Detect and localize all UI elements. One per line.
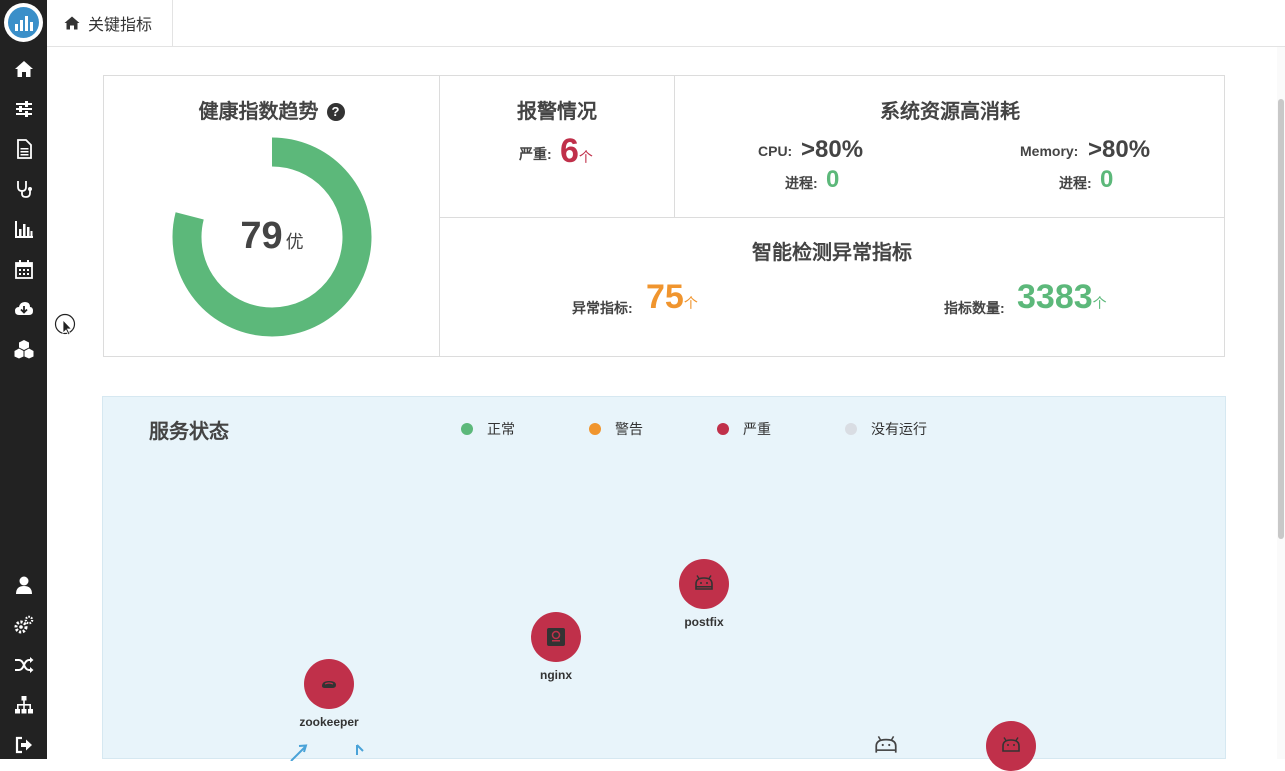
service-status-panel: 服务状态 正常 警告 严重 没有运行 postfix nginx zookeep… (102, 396, 1226, 771)
memory-label: Memory: (1020, 143, 1079, 159)
bar-chart-icon[interactable] (0, 216, 47, 242)
help-icon[interactable]: ? (326, 103, 345, 121)
legend-dot (589, 423, 601, 435)
android-icon (695, 575, 713, 590)
severe-count-value: 6 (560, 132, 579, 170)
service-label-postfix: postfix (684, 615, 724, 629)
abnormal-unit: 个 (683, 295, 698, 311)
home-icon[interactable] (0, 56, 47, 82)
breadcrumb-label: 关键指标 (88, 17, 153, 34)
scrollbar[interactable] (1277, 47, 1285, 759)
abnormal-count-value: 75 (646, 278, 684, 316)
service-node-postfix[interactable] (679, 559, 729, 609)
health-score-value: 79 (240, 215, 283, 257)
cpu-label: CPU: (758, 143, 793, 159)
cpu-process-value[interactable]: 0 (826, 166, 839, 194)
service-node-nginx[interactable] (531, 612, 581, 662)
cpu-value: >80% (801, 136, 864, 163)
sidebar (0, 0, 47, 759)
divider (440, 217, 1224, 218)
alarm-title: 报警情况 (517, 101, 597, 123)
severe-label: 严重: (519, 146, 552, 162)
mouse-cursor-icon (54, 313, 76, 336)
service-status-title: 服务状态 (149, 421, 229, 443)
memory-process-value[interactable]: 0 (1100, 166, 1113, 194)
android-icon (875, 735, 897, 753)
legend-label: 警告 (615, 421, 643, 437)
logo[interactable] (4, 3, 43, 42)
memory-value: >80% (1088, 136, 1151, 163)
legend-warning[interactable]: 警告 (589, 419, 643, 439)
metric-count-unit: 个 (1092, 295, 1107, 311)
health-grade: 优 (285, 232, 304, 252)
legend-not-running[interactable]: 没有运行 (845, 419, 927, 439)
legend-critical[interactable]: 严重 (717, 419, 771, 439)
legend-dot (717, 423, 729, 435)
breadcrumb[interactable]: 关键指标 (47, 0, 173, 46)
document-icon[interactable] (0, 136, 47, 162)
legend-dot (461, 423, 473, 435)
legend-label: 正常 (487, 421, 515, 437)
anomaly-title: 智能检测异常指标 (752, 242, 912, 264)
severe-count[interactable]: 6个 (560, 132, 593, 171)
memory-process-label: 进程: (1059, 175, 1092, 191)
service-label-nginx: nginx (540, 668, 572, 682)
metric-count[interactable]: 3383个 (1017, 278, 1107, 317)
legend-label: 严重 (743, 421, 771, 437)
resources-title: 系统资源高消耗 (880, 101, 1020, 123)
service-node-partial[interactable] (986, 721, 1036, 771)
severe-unit: 个 (578, 149, 593, 165)
link-arrows (290, 744, 364, 761)
stethoscope-icon[interactable] (0, 176, 47, 202)
calendar-icon[interactable] (0, 256, 47, 282)
scroll-thumb[interactable] (1278, 99, 1284, 539)
shuffle-icon[interactable] (0, 652, 47, 678)
legend-normal[interactable]: 正常 (461, 419, 515, 439)
legend-label: 没有运行 (871, 421, 927, 437)
health-title: 健康指数趋势? (104, 95, 439, 124)
home-icon (64, 16, 80, 30)
user-icon[interactable] (0, 572, 47, 598)
health-title-text: 健康指数趋势 (198, 101, 319, 123)
logo-chart-icon (8, 7, 39, 38)
health-score: 79 优 (172, 215, 372, 258)
metric-count-value: 3383 (1017, 278, 1093, 316)
server-icon (547, 628, 565, 646)
service-node-zookeeper[interactable] (304, 659, 354, 709)
abnormal-label: 异常指标: (572, 300, 633, 316)
cloud-download-icon[interactable] (0, 296, 47, 322)
key-metrics-panel: 健康指数趋势? 79 优 报警情况 严重: 6个 系统资源高消耗 CPU: >80… (103, 75, 1225, 357)
abnormal-count[interactable]: 75个 (646, 278, 698, 317)
service-label-zookeeper: zookeeper (299, 715, 359, 729)
android-icon (1002, 737, 1020, 752)
sliders-icon[interactable] (0, 96, 47, 122)
sign-out-icon[interactable] (0, 732, 47, 758)
gears-icon[interactable] (0, 612, 47, 638)
cubes-icon[interactable] (0, 336, 47, 362)
legend-dot (845, 423, 857, 435)
cpu-process-label: 进程: (785, 175, 818, 191)
sitemap-icon[interactable] (0, 692, 47, 718)
top-bar: 关键指标 (47, 0, 1285, 47)
zookeeper-icon (322, 681, 336, 688)
metric-count-label: 指标数量: (944, 300, 1005, 316)
